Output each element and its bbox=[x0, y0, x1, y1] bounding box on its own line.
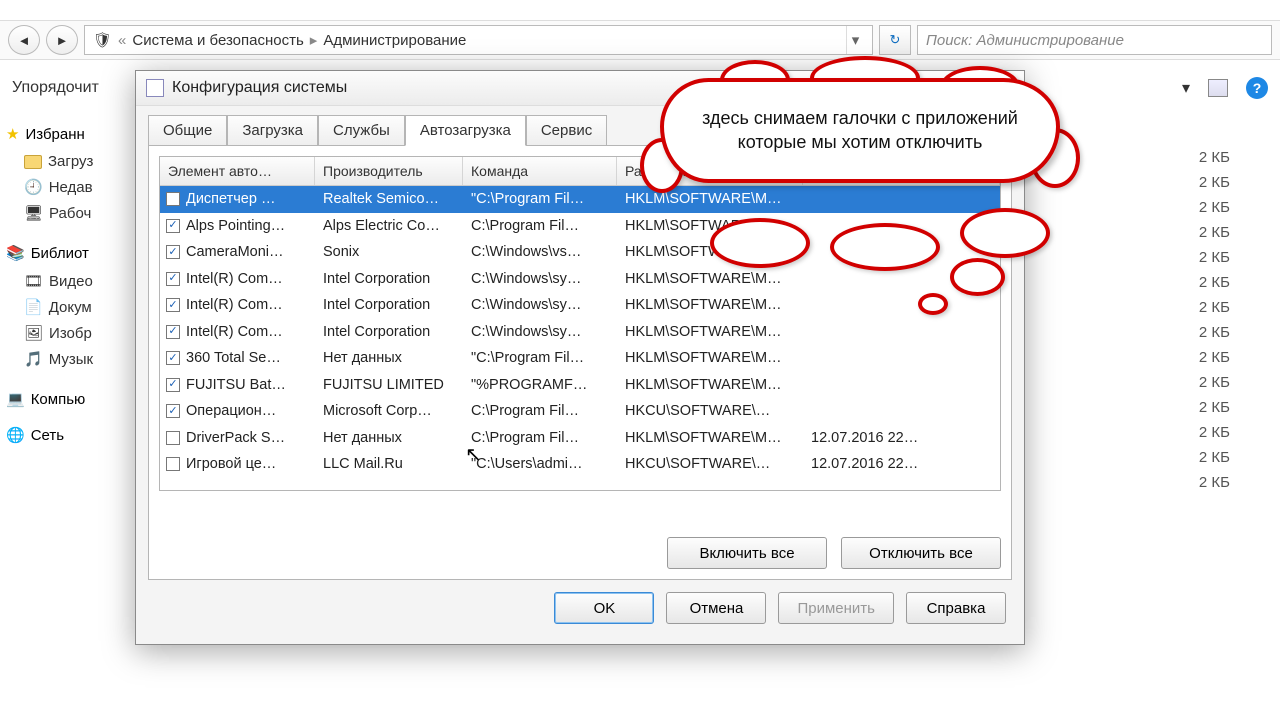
checkbox[interactable] bbox=[166, 219, 180, 233]
startup-list[interactable]: Элемент авто… Производитель Команда Расп… bbox=[159, 156, 1001, 491]
organize-menu[interactable]: Упорядочит bbox=[12, 79, 99, 97]
explorer-sidebar: ★Избранн Загруз 🕘Недав 🖥Рабоч 📚Библиот 🎞… bbox=[0, 115, 145, 720]
sidebar-item-desktop[interactable]: 🖥Рабоч bbox=[6, 200, 139, 226]
cancel-button[interactable]: Отмена bbox=[666, 592, 766, 624]
checkbox[interactable] bbox=[166, 192, 180, 206]
startup-row[interactable]: 360 Total Se…Нет данных"C:\Program Fil…H… bbox=[160, 345, 1000, 372]
col-date[interactable]: Дата bbox=[803, 157, 1000, 185]
list-header: Элемент авто… Производитель Команда Расп… bbox=[160, 157, 1000, 186]
enable-all-button[interactable]: Включить все bbox=[667, 537, 827, 569]
startup-row[interactable]: Игровой це…LLC Mail.Ru"C:\Users\admi…HKC… bbox=[160, 451, 1000, 478]
checkbox[interactable] bbox=[166, 325, 180, 339]
startup-row[interactable]: Intel(R) Com…Intel CorporationC:\Windows… bbox=[160, 292, 1000, 319]
tab-4[interactable]: Сервис bbox=[526, 115, 607, 146]
startup-row[interactable]: FUJITSU Bat…FUJITSU LIMITED"%PROGRAMF…HK… bbox=[160, 372, 1000, 399]
tab-1[interactable]: Загрузка bbox=[227, 115, 318, 146]
network-icon: 🌐 bbox=[6, 426, 25, 444]
image-icon: 🖼 bbox=[24, 324, 43, 342]
tab-3[interactable]: Автозагрузка bbox=[405, 115, 526, 146]
col-command[interactable]: Команда bbox=[463, 157, 617, 185]
sidebar-favorites[interactable]: ★Избранн bbox=[6, 125, 139, 143]
checkbox[interactable] bbox=[166, 272, 180, 286]
star-icon: ★ bbox=[6, 125, 19, 143]
desktop-icon: 🖥 bbox=[24, 204, 43, 222]
sidebar-item-music[interactable]: 🎵Музык bbox=[6, 346, 139, 372]
startup-row[interactable]: DriverPack S…Нет данныхC:\Program Fil…HK… bbox=[160, 425, 1000, 452]
sidebar-computer[interactable]: 💻Компью bbox=[6, 390, 139, 408]
dialog-title: Конфигурация системы bbox=[172, 79, 347, 97]
view-dropdown-icon[interactable]: ▾ bbox=[1182, 78, 1190, 98]
app-icon bbox=[146, 79, 164, 97]
address-bar[interactable]: 🛡 « Система и безопасность ▸ Администрир… bbox=[84, 25, 873, 55]
tab-bar: ОбщиеЗагрузкаСлужбыАвтозагрузкаСервис bbox=[136, 106, 1024, 145]
col-vendor[interactable]: Производитель bbox=[315, 157, 463, 185]
search-placeholder: Поиск: Администрирование bbox=[926, 32, 1124, 49]
help-button[interactable]: Справка bbox=[906, 592, 1006, 624]
checkbox[interactable] bbox=[166, 457, 180, 471]
checkbox[interactable] bbox=[166, 298, 180, 312]
sidebar-item-documents[interactable]: 📄Докум bbox=[6, 294, 139, 320]
nav-forward-button[interactable]: ► bbox=[46, 25, 78, 55]
tab-2[interactable]: Службы bbox=[318, 115, 405, 146]
help-icon[interactable]: ? bbox=[1246, 77, 1268, 99]
sidebar-item-recent[interactable]: 🕘Недав bbox=[6, 174, 139, 200]
dialog-titlebar[interactable]: Конфигурация системы bbox=[136, 71, 1024, 106]
col-location[interactable]: Расположение bbox=[617, 157, 803, 185]
sidebar-item-downloads[interactable]: Загруз bbox=[6, 149, 139, 174]
startup-row[interactable]: Диспетчер …Realtek Semico…"C:\Program Fi… bbox=[160, 186, 1000, 213]
document-icon: 📄 bbox=[24, 298, 43, 316]
sidebar-network[interactable]: 🌐Сеть bbox=[6, 426, 139, 444]
nav-back-button[interactable]: ◄ bbox=[8, 25, 40, 55]
breadcrumb-item[interactable]: Администрирование bbox=[323, 32, 466, 49]
computer-icon: 💻 bbox=[6, 390, 25, 408]
ok-button[interactable]: OK bbox=[554, 592, 654, 624]
startup-row[interactable]: CameraMoni…SonixC:\Windows\vs…HKLM\SOFTW… bbox=[160, 239, 1000, 266]
music-icon: 🎵 bbox=[24, 350, 43, 368]
recent-icon: 🕘 bbox=[24, 178, 43, 196]
chevron-right-icon: ▸ bbox=[310, 31, 318, 49]
folder-icon bbox=[24, 155, 42, 169]
library-icon: 📚 bbox=[6, 244, 25, 262]
col-element[interactable]: Элемент авто… bbox=[160, 157, 315, 185]
disable-all-button[interactable]: Отключить все bbox=[841, 537, 1001, 569]
msconfig-dialog: Конфигурация системы ОбщиеЗагрузкаСлужбы… bbox=[135, 70, 1025, 645]
shield-icon: 🛡 bbox=[93, 31, 112, 49]
checkbox[interactable] bbox=[166, 404, 180, 418]
startup-row[interactable]: Alps Pointing…Alps Electric Co…C:\Progra… bbox=[160, 213, 1000, 240]
startup-row[interactable]: Intel(R) Com…Intel CorporationC:\Windows… bbox=[160, 319, 1000, 346]
tab-content-startup: Элемент авто… Производитель Команда Расп… bbox=[148, 145, 1012, 580]
breadcrumb-item[interactable]: Система и безопасность bbox=[132, 32, 303, 49]
apply-button[interactable]: Применить bbox=[778, 592, 894, 624]
checkbox[interactable] bbox=[166, 378, 180, 392]
tab-0[interactable]: Общие bbox=[148, 115, 227, 146]
address-dropdown-icon[interactable]: ▾ bbox=[846, 26, 864, 54]
refresh-button[interactable]: ↻ bbox=[879, 25, 911, 55]
sidebar-item-video[interactable]: 🎞Видео bbox=[6, 268, 139, 294]
checkbox[interactable] bbox=[166, 431, 180, 445]
checkbox[interactable] bbox=[166, 245, 180, 259]
video-icon: 🎞 bbox=[24, 272, 43, 290]
preview-pane-icon[interactable] bbox=[1208, 79, 1228, 97]
startup-row[interactable]: Intel(R) Com…Intel CorporationC:\Windows… bbox=[160, 266, 1000, 293]
search-input[interactable]: Поиск: Администрирование bbox=[917, 25, 1272, 55]
explorer-toolbar: ◄ ► 🛡 « Система и безопасность ▸ Админис… bbox=[0, 20, 1280, 60]
sidebar-item-images[interactable]: 🖼Изобр bbox=[6, 320, 139, 346]
startup-row[interactable]: Операцион…Microsoft Corp…C:\Program Fil…… bbox=[160, 398, 1000, 425]
checkbox[interactable] bbox=[166, 351, 180, 365]
sidebar-libraries[interactable]: 📚Библиот bbox=[6, 244, 139, 262]
chevron-icon: « bbox=[118, 32, 126, 49]
